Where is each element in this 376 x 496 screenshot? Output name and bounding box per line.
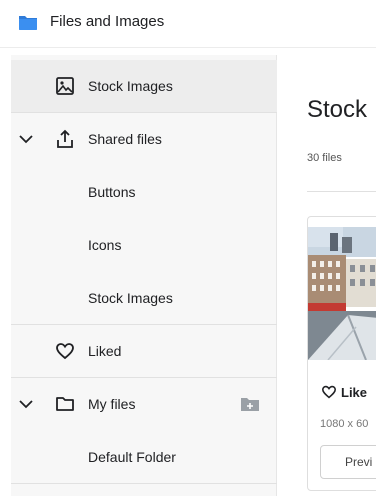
preview-button[interactable]: Previ — [320, 445, 376, 479]
app-header: Files and Images — [0, 0, 376, 48]
chevron-down-icon[interactable] — [17, 130, 35, 148]
app-title: Files and Images — [50, 13, 165, 30]
sidebar-item-buttons[interactable]: Buttons — [11, 166, 277, 219]
page-title: Stock — [307, 96, 368, 123]
sidebar-item-shared-stock-images[interactable]: Stock Images — [11, 272, 277, 325]
main-content: Stock 30 files Like 1080 x 60 Previ — [277, 55, 376, 496]
sidebar-item-label: Stock Images — [88, 78, 173, 94]
sidebar-item-default-folder[interactable]: Default Folder — [11, 431, 277, 484]
image-dimensions: 1080 x 60 — [320, 418, 369, 430]
sidebar-item-icons[interactable]: Icons — [11, 219, 277, 272]
chevron-down-icon[interactable] — [17, 395, 35, 413]
sidebar-item-shared-files[interactable]: Shared files — [11, 113, 277, 166]
sidebar-item-my-files[interactable]: My files — [11, 378, 277, 431]
sidebar-item-label: Shared files — [88, 131, 162, 147]
folder-outline-icon — [56, 397, 74, 411]
image-icon — [56, 77, 74, 95]
image-thumbnail[interactable] — [308, 227, 376, 360]
folder-icon — [19, 16, 37, 30]
sidebar-item-label: Stock Images — [88, 290, 173, 306]
image-card[interactable]: Like 1080 x 60 Previ — [307, 216, 376, 491]
sidebar: Stock Images Shared files Buttons Icons … — [11, 55, 277, 496]
sidebar-item-label: Liked — [88, 343, 122, 359]
sidebar-item-label: Buttons — [88, 184, 136, 200]
heart-icon — [56, 343, 74, 360]
sidebar-item-label: Icons — [88, 237, 122, 253]
add-folder-icon[interactable] — [240, 395, 260, 413]
heart-icon — [321, 385, 337, 399]
sidebar-item-label: My files — [88, 396, 136, 412]
sidebar-item-label: Default Folder — [88, 449, 176, 465]
like-label: Like — [341, 385, 368, 400]
share-upload-icon — [57, 129, 73, 148]
sidebar-item-liked[interactable]: Liked — [11, 325, 277, 378]
divider — [307, 191, 376, 192]
file-count: 30 files — [307, 152, 342, 164]
like-button[interactable]: Like — [321, 385, 367, 400]
sidebar-item-stock-images[interactable]: Stock Images — [11, 60, 277, 113]
